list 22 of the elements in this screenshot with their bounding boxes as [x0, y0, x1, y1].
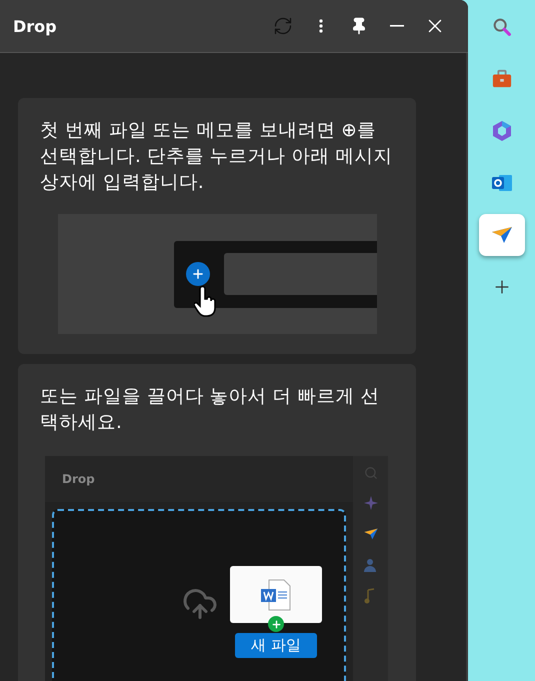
paper-plane-icon — [362, 526, 378, 542]
copilot-logo-icon — [492, 120, 512, 142]
document-icon — [260, 578, 292, 612]
refresh-icon — [273, 16, 293, 36]
more-icon — [319, 19, 323, 33]
preview-title: Drop — [62, 472, 95, 486]
sidebar-item[interactable] — [478, 214, 524, 256]
window-title: Drop — [13, 16, 58, 36]
person-icon — [364, 558, 378, 572]
search-icon — [364, 466, 378, 480]
hand-pointer-icon — [194, 284, 216, 316]
tip-text: 또는 파일을 끌어다 놓아서 더 빠르게 선택하세요. — [40, 385, 380, 435]
magnifier-icon — [490, 16, 512, 38]
new-file-label: 새 파일 — [235, 633, 317, 658]
pin-icon — [350, 17, 368, 35]
tip-text: 첫 번째 파일 또는 메모를 보내려면 ⊕를 선택합니다. 단추를 누르거나 아래 메시지 상자에 입력합니다. — [40, 119, 394, 195]
minimize-icon — [390, 25, 404, 27]
outlook-logo-icon — [490, 172, 512, 194]
sparkle-icon — [364, 496, 378, 510]
cloud-upload-icon — [182, 586, 218, 622]
add-circle-icon — [186, 262, 210, 286]
toolbox-icon — [490, 69, 512, 89]
